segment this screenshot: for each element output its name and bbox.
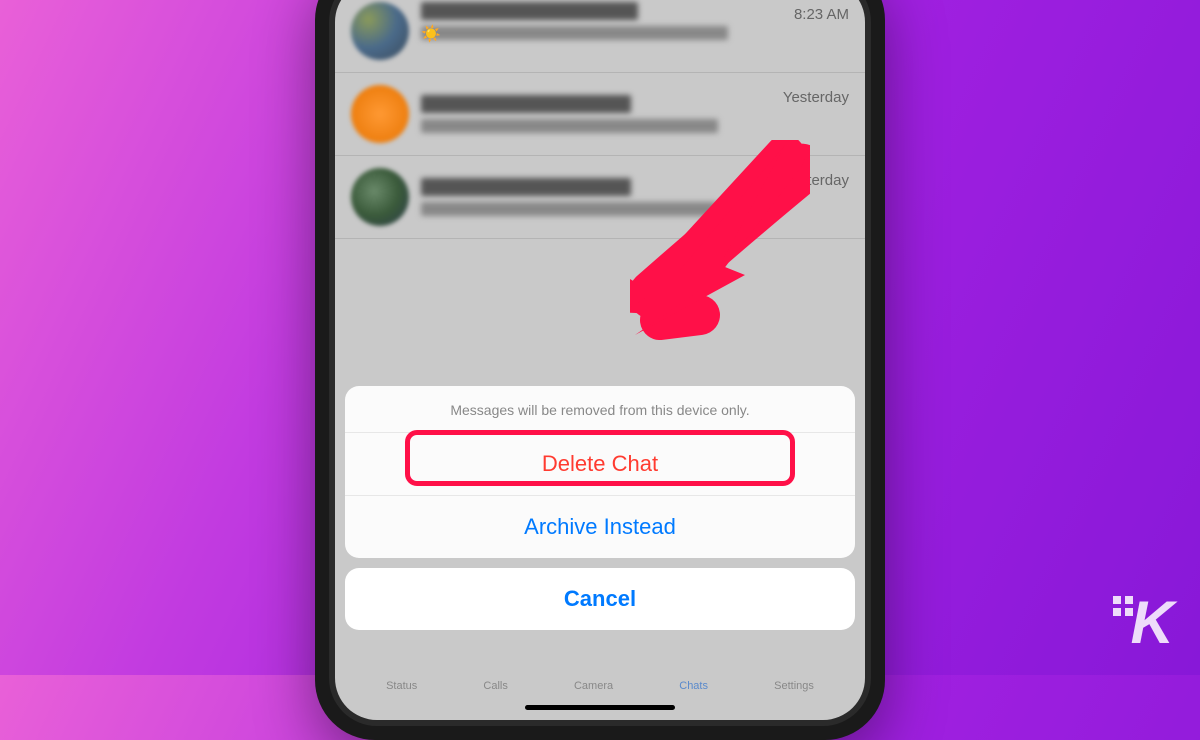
avatar [351, 85, 409, 143]
chat-list: ☀️ 8:23 AM Yesterday [335, 0, 865, 239]
avatar [351, 168, 409, 226]
chat-text: ☀️ [421, 2, 782, 60]
chat-name-blurred [421, 2, 638, 20]
sheet-message: Messages will be removed from this devic… [345, 386, 855, 433]
sun-emoji: ☀️ [421, 26, 441, 43]
chat-preview-blurred [421, 202, 718, 216]
sheet-main-group: Messages will be removed from this devic… [345, 386, 855, 558]
chat-time: Yesterday [783, 89, 849, 106]
tab-status[interactable]: Status [386, 680, 417, 692]
chat-row[interactable]: Yesterday [335, 73, 865, 156]
chat-text [421, 178, 771, 216]
phone-frame: ☀️ 8:23 AM Yesterday [315, 0, 885, 740]
home-indicator[interactable] [525, 705, 675, 710]
logo-dots-icon [1113, 596, 1133, 616]
brand-logo: K [1131, 588, 1172, 657]
tab-chats[interactable]: Chats [679, 680, 708, 692]
chat-preview-blurred [421, 119, 718, 133]
tab-camera[interactable]: Camera [574, 680, 613, 692]
logo-letter: K [1131, 589, 1172, 656]
chat-row[interactable]: ☀️ 8:23 AM [335, 0, 865, 73]
archive-instead-button[interactable]: Archive Instead [345, 495, 855, 558]
phone-screen: ☀️ 8:23 AM Yesterday [335, 0, 865, 720]
chat-text [421, 95, 771, 133]
sheet-cancel-group: Cancel [345, 568, 855, 630]
delete-chat-button[interactable]: Delete Chat [345, 433, 855, 495]
chat-row[interactable]: Yesterday [335, 156, 865, 239]
tab-settings[interactable]: Settings [774, 680, 814, 692]
tab-bar: Status Calls Camera Chats Settings [335, 680, 865, 692]
chat-time: Yesterday [783, 172, 849, 189]
action-sheet: Messages will be removed from this devic… [345, 386, 855, 640]
avatar [351, 2, 409, 60]
chat-name-blurred [421, 95, 631, 113]
phone-bezel: ☀️ 8:23 AM Yesterday [329, 0, 871, 726]
cancel-button[interactable]: Cancel [345, 568, 855, 630]
chat-time: 8:23 AM [794, 6, 849, 23]
chat-preview-blurred [421, 26, 728, 40]
chat-name-blurred [421, 178, 631, 196]
tab-calls[interactable]: Calls [483, 680, 507, 692]
